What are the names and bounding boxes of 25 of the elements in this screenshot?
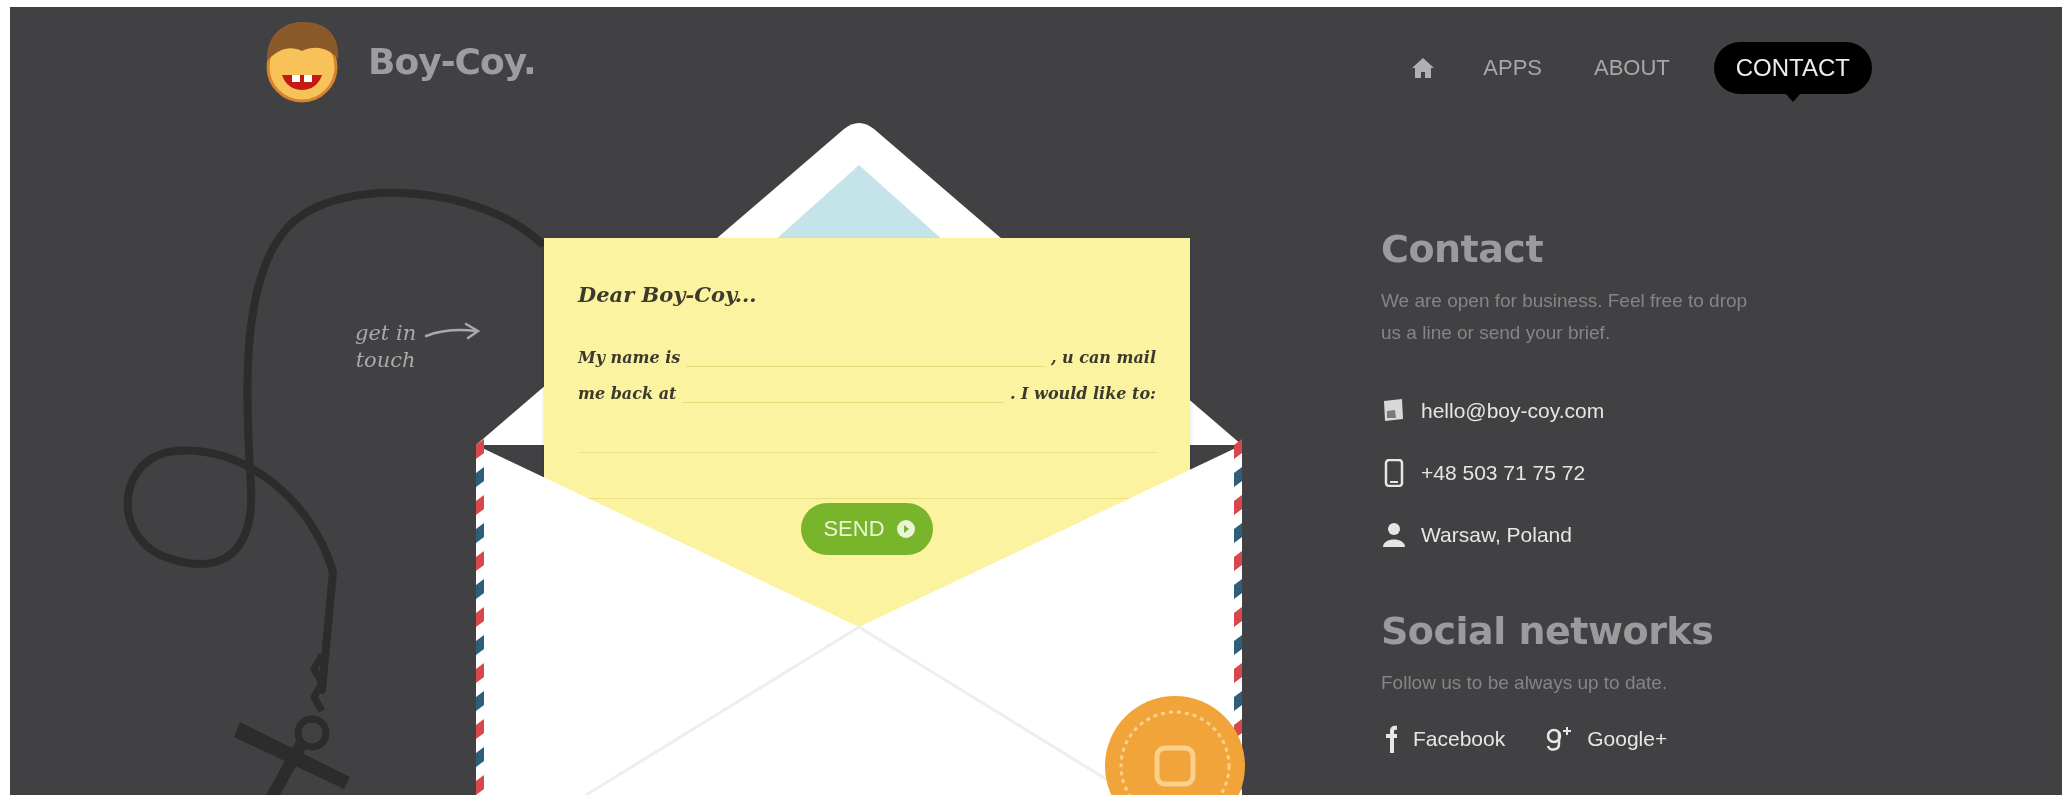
nav-link[interactable]: APPS	[1475, 43, 1550, 93]
logo-text: Boy-Coy.	[368, 40, 536, 82]
social-description: Follow us to be always up to date.	[1381, 671, 1669, 695]
form-label: me back at	[578, 384, 677, 403]
arrow-circle-icon	[896, 520, 915, 538]
email-link[interactable]: hello@boy-coy.com	[1421, 399, 1605, 423]
person-icon	[1381, 521, 1407, 549]
form-label: My name is	[578, 348, 681, 367]
contact-detail: +48 503 71 75 72	[1421, 461, 1586, 485]
nav-link[interactable]: CONTACT	[1713, 42, 1872, 94]
greeting-text: Dear Boy-Coy...	[578, 282, 758, 307]
form-label: , u can mail	[1050, 348, 1156, 367]
contact-description: We are open for business. Feel free to drop us a line or send your brief.	[1381, 289, 1749, 345]
pointer-notch	[1784, 93, 1801, 102]
section-heading: Social networks	[1381, 609, 1715, 653]
social-link[interactable]: Google+	[1545, 725, 1668, 753]
home-icon	[1411, 56, 1436, 80]
nav-link[interactable]: ABOUT	[1586, 43, 1678, 93]
contact-detail: Warsaw, Poland	[1421, 523, 1572, 547]
social-link[interactable]: Facebook	[1381, 725, 1506, 753]
handwritten-note: get in touch	[355, 320, 417, 374]
form-label: . I would like to:	[1009, 384, 1156, 403]
arrow-icon	[424, 320, 483, 342]
section-heading: Contact	[1381, 227, 1545, 271]
google-plus-icon	[1545, 725, 1574, 753]
